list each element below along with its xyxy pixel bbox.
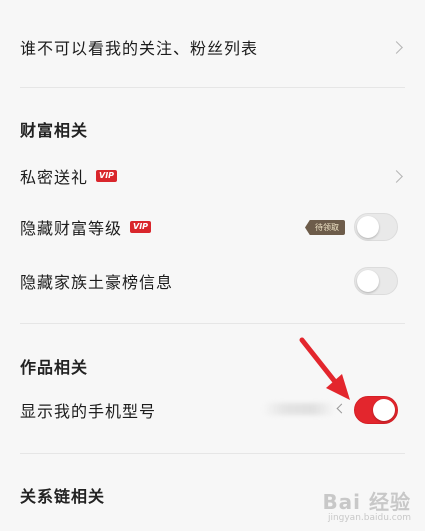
toggle-knob xyxy=(357,216,379,238)
baidu-watermark: Bai 经验 jingyan.baidu.com xyxy=(322,486,411,523)
chevron-right-icon xyxy=(390,40,403,54)
hide-family-rich-list-toggle[interactable] xyxy=(354,267,398,295)
vip-badge: VIP xyxy=(96,170,118,182)
follow-list-privacy-label: 谁不可以看我的关注、粉丝列表 xyxy=(20,39,259,58)
section-title-wealth: 财富相关 xyxy=(20,121,89,140)
pending-claim-tag[interactable]: 待领取 xyxy=(305,220,345,235)
chevron-right-icon xyxy=(390,169,403,183)
show-phone-model-toggle[interactable] xyxy=(354,396,398,424)
section-title-works: 作品相关 xyxy=(20,358,89,377)
hide-wealth-level-label: 隐藏财富等级 xyxy=(20,219,123,238)
toggle-knob xyxy=(357,270,379,292)
watermark-sub: jingyan.baidu.com xyxy=(327,513,411,523)
hide-wealth-level-toggle[interactable] xyxy=(354,213,398,241)
annotation-arrow-icon xyxy=(299,337,350,400)
vip-badge: VIP xyxy=(130,221,152,233)
show-phone-model-label: 显示我的手机型号 xyxy=(20,402,157,421)
hide-family-rich-list-label: 隐藏家族土豪榜信息 xyxy=(20,273,174,292)
blurred-phone-model xyxy=(263,403,335,415)
private-gift-label: 私密送礼 xyxy=(20,168,89,187)
divider xyxy=(20,87,405,88)
private-gift-row[interactable]: 私密送礼 VIP xyxy=(0,150,425,202)
divider xyxy=(20,323,405,324)
section-title-relation: 关系链相关 xyxy=(20,487,106,506)
follow-list-privacy-row[interactable]: 谁不可以看我的关注、粉丝列表 xyxy=(0,21,425,73)
toggle-knob xyxy=(373,399,395,421)
watermark-main: Bai 经验 xyxy=(322,490,411,514)
divider xyxy=(20,453,405,454)
